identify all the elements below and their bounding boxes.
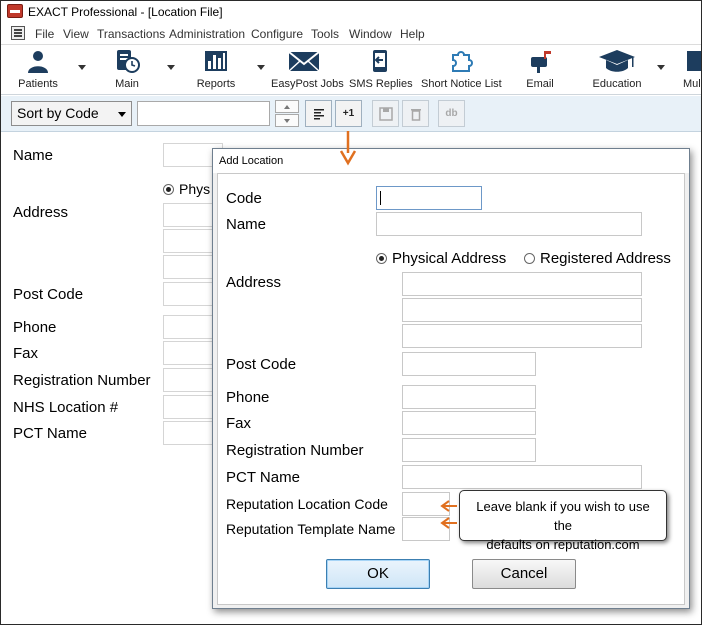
application-window: EXACT Professional - [Location File] Fil… — [0, 0, 702, 625]
annotation-arrows — [339, 131, 457, 529]
arrow-to-template-name — [440, 517, 457, 529]
arrow-to-location-code — [440, 500, 457, 512]
